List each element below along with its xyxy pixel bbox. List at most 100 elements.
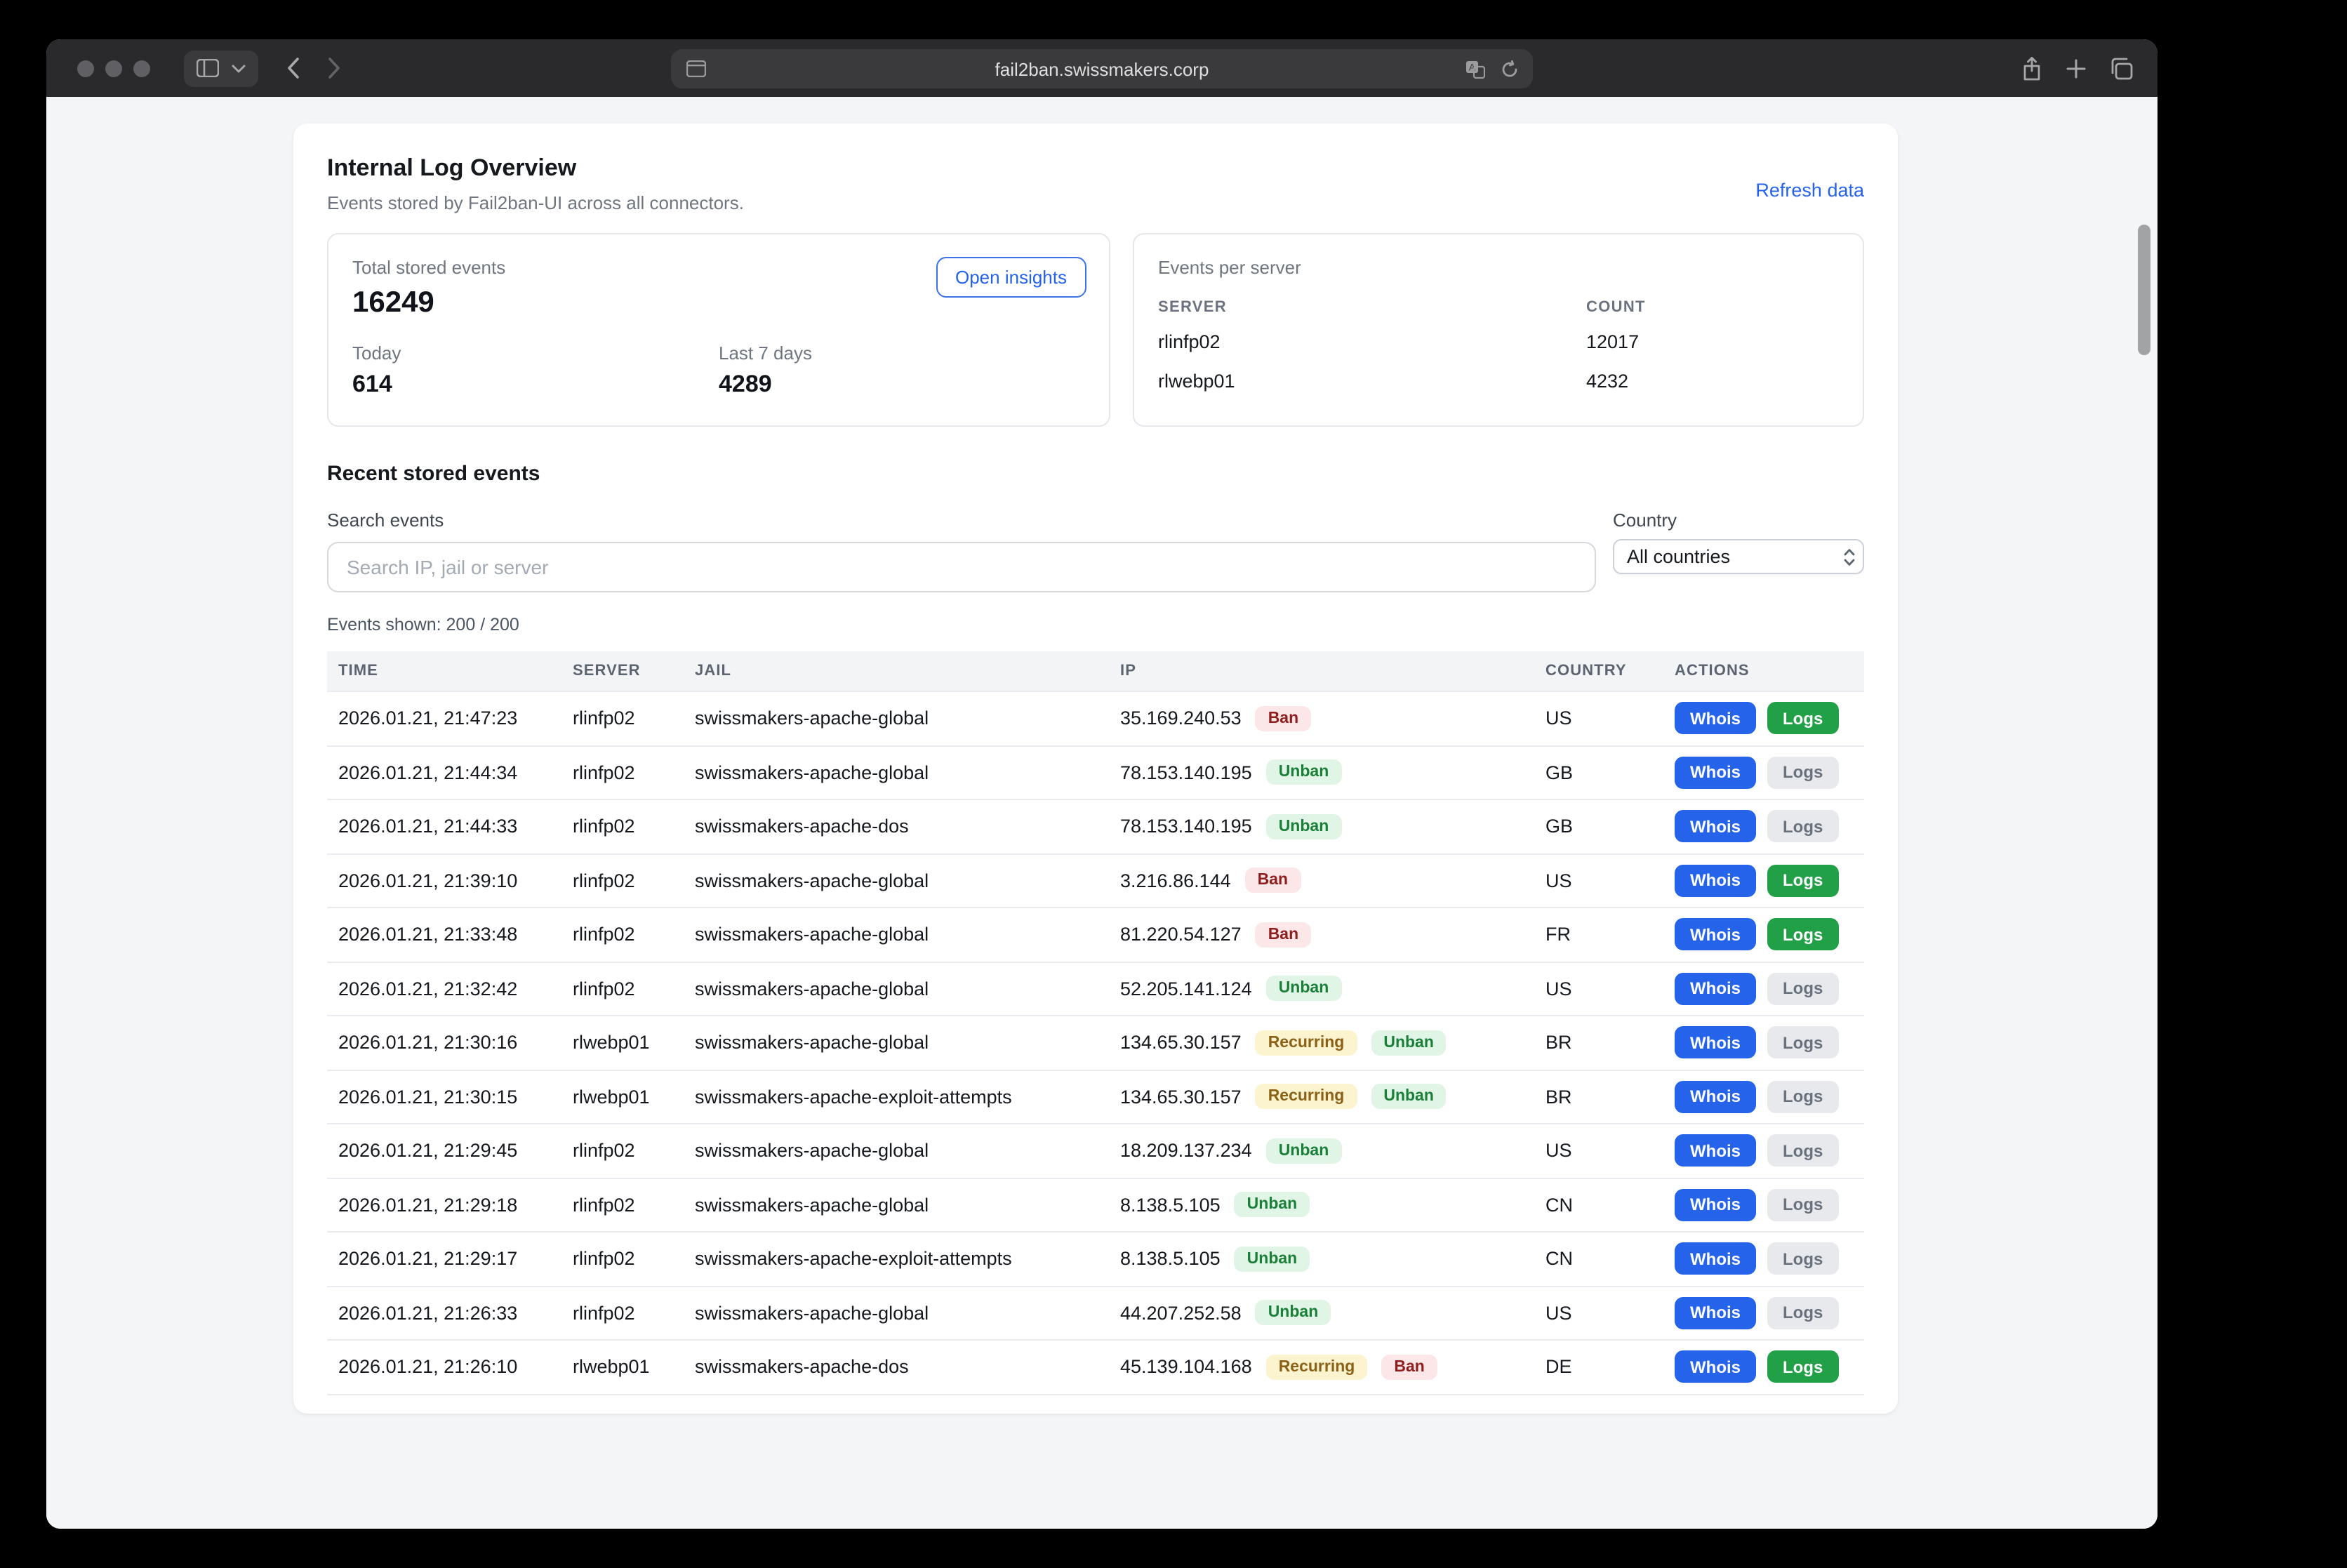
reload-icon[interactable] — [1501, 60, 1519, 78]
event-actions: Whois Logs — [1675, 811, 1864, 843]
whois-button[interactable]: Whois — [1675, 1189, 1756, 1221]
logs-button[interactable]: Logs — [1767, 1027, 1838, 1059]
event-ip: 8.138.5.105 Unban — [1120, 1247, 1545, 1272]
whois-button[interactable]: Whois — [1675, 973, 1756, 1005]
event-badges: Unban — [1252, 814, 1342, 839]
whois-button[interactable]: Whois — [1675, 1081, 1756, 1113]
ip-address: 78.153.140.195 — [1120, 762, 1252, 783]
open-insights-button[interactable]: Open insights — [936, 257, 1086, 298]
event-actions: Whois Logs — [1675, 973, 1864, 1005]
ip-address: 8.138.5.105 — [1120, 1249, 1221, 1270]
whois-button[interactable]: Whois — [1675, 1297, 1756, 1329]
events-table-header: TIME SERVER JAIL IP COUNTRY ACTIONS — [327, 651, 1864, 691]
event-ip: 78.153.140.195Unban — [1120, 760, 1545, 785]
event-jail: swissmakers-apache-global — [695, 870, 1120, 891]
event-country: BR — [1545, 1032, 1675, 1054]
whois-button[interactable]: Whois — [1675, 1243, 1756, 1275]
recurring-badge: Recurring — [1256, 1030, 1357, 1056]
event-time: 2026.01.21, 21:29:17 — [327, 1249, 573, 1270]
forward-button[interactable] — [328, 58, 341, 79]
whois-button[interactable]: Whois — [1675, 703, 1756, 735]
event-time: 2026.01.21, 21:26:10 — [327, 1357, 573, 1378]
ip-address: 35.169.240.53 — [1120, 708, 1242, 729]
unban-badge: Unban — [1371, 1030, 1447, 1056]
header-time: TIME — [327, 663, 573, 679]
event-country: DE — [1545, 1357, 1675, 1378]
back-button[interactable] — [286, 58, 299, 79]
logs-button[interactable]: Logs — [1767, 757, 1838, 789]
logs-button[interactable]: Logs — [1767, 973, 1838, 1005]
screen: fail2ban.swissmakers.corp A — [0, 0, 2347, 1568]
zoom-window-button[interactable] — [133, 60, 150, 77]
whois-button[interactable]: Whois — [1675, 757, 1756, 789]
new-tab-button[interactable] — [2066, 58, 2086, 78]
logs-button[interactable]: Logs — [1767, 919, 1838, 951]
main-card: Internal Log Overview Events stored by F… — [293, 124, 1898, 1414]
server-count: 4232 — [1586, 364, 1839, 403]
whois-button[interactable]: Whois — [1675, 811, 1756, 843]
whois-button[interactable]: Whois — [1675, 919, 1756, 951]
event-time: 2026.01.21, 21:44:34 — [327, 762, 573, 783]
whois-button[interactable]: Whois — [1675, 865, 1756, 897]
ban-badge: Ban — [1245, 868, 1301, 893]
event-time: 2026.01.21, 21:33:48 — [327, 924, 573, 945]
last7-value: 4289 — [719, 371, 1085, 399]
sidebar-toggle[interactable] — [184, 50, 258, 86]
event-time: 2026.01.21, 21:47:23 — [327, 708, 573, 729]
event-actions: Whois Logs — [1675, 1135, 1864, 1167]
translate-icon[interactable]: A — [1465, 60, 1485, 78]
refresh-data-link[interactable]: Refresh data — [1755, 180, 1864, 201]
logs-button[interactable]: Logs — [1767, 1243, 1838, 1275]
logs-button[interactable]: Logs — [1767, 1297, 1838, 1329]
table-row: 2026.01.21, 21:32:42 rlinfp02 swissmaker… — [327, 961, 1864, 1015]
event-jail: swissmakers-apache-global — [695, 924, 1120, 945]
ip-address: 52.205.141.124 — [1120, 978, 1252, 999]
event-ip: 134.65.30.157RecurringUnban — [1120, 1084, 1545, 1110]
ip-address: 134.65.30.157 — [1120, 1032, 1242, 1054]
event-badges: Unban — [1221, 1192, 1310, 1218]
logs-button[interactable]: Logs — [1767, 1081, 1838, 1113]
event-server: rlinfp02 — [573, 1195, 695, 1216]
event-server: rlinfp02 — [573, 924, 695, 945]
events-per-server-card: Events per server SERVER COUNT rlinfp02 … — [1133, 233, 1864, 427]
event-time: 2026.01.21, 21:44:33 — [327, 816, 573, 837]
ip-address: 81.220.54.127 — [1120, 924, 1242, 945]
event-actions: Whois Logs — [1675, 1297, 1864, 1329]
scrollbar-thumb[interactable] — [2138, 225, 2150, 355]
event-ip: 45.139.104.168RecurringBan — [1120, 1355, 1545, 1380]
ip-address: 78.153.140.195 — [1120, 816, 1252, 837]
logs-button[interactable]: Logs — [1767, 1189, 1838, 1221]
tab-overview-button[interactable] — [2110, 57, 2134, 79]
whois-button[interactable]: Whois — [1675, 1351, 1756, 1383]
event-ip: 8.138.5.105Unban — [1120, 1192, 1545, 1218]
event-jail: swissmakers-apache-global — [695, 1303, 1120, 1324]
header-actions: ACTIONS — [1675, 663, 1864, 679]
event-jail: swissmakers-apache-exploit-attempts — [695, 1249, 1120, 1270]
close-window-button[interactable] — [77, 60, 94, 77]
unban-badge: Unban — [1266, 976, 1342, 1002]
logs-button[interactable]: Logs — [1767, 703, 1838, 735]
event-server: rlinfp02 — [573, 978, 695, 999]
logs-button[interactable]: Logs — [1767, 865, 1838, 897]
whois-button[interactable]: Whois — [1675, 1135, 1756, 1167]
event-ip: 3.216.86.144Ban — [1120, 868, 1545, 893]
unban-badge: Unban — [1266, 814, 1342, 839]
ip-address: 18.209.137.234 — [1120, 1141, 1252, 1162]
table-row: 2026.01.21, 21:44:34 rlinfp02 swissmaker… — [327, 745, 1864, 799]
event-server: rlwebp01 — [573, 1032, 695, 1054]
ip-address: 134.65.30.157 — [1120, 1087, 1242, 1108]
event-badges: Unban — [1252, 1138, 1342, 1164]
logs-button[interactable]: Logs — [1767, 811, 1838, 843]
minimize-window-button[interactable] — [105, 60, 122, 77]
whois-button[interactable]: Whois — [1675, 1027, 1756, 1059]
event-country: US — [1545, 1303, 1675, 1324]
search-input[interactable] — [327, 542, 1596, 592]
address-bar[interactable]: fail2ban.swissmakers.corp A — [671, 49, 1533, 88]
share-icon[interactable] — [2021, 55, 2042, 81]
logs-button[interactable]: Logs — [1767, 1135, 1838, 1167]
recurring-badge: Recurring — [1266, 1355, 1368, 1380]
table-row: 2026.01.21, 21:29:18 rlinfp02 swissmaker… — [327, 1177, 1864, 1231]
unban-badge: Unban — [1235, 1247, 1310, 1272]
logs-button[interactable]: Logs — [1767, 1351, 1838, 1383]
country-select[interactable]: All countries — [1613, 539, 1864, 574]
